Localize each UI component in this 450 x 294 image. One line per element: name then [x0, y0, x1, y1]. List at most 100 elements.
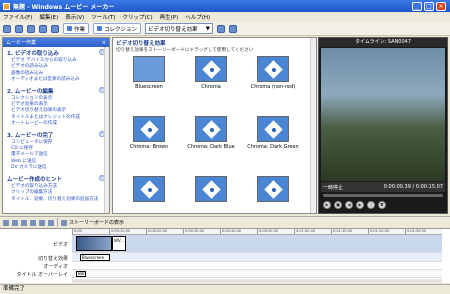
video-clip[interactable] [76, 236, 112, 251]
effect-thumbnail [133, 56, 165, 82]
open-project-icon[interactable] [15, 24, 23, 33]
menu-file[interactable]: ファイル(F) [3, 13, 32, 21]
ruler-tick: 0:01:00.00 [294, 229, 331, 234]
undo-icon[interactable] [39, 24, 47, 33]
close-button[interactable]: × [436, 1, 446, 11]
menu-edit[interactable]: 編集(E) [39, 13, 58, 21]
collections-label: コレクション [104, 26, 138, 33]
menu-bar: ファイル(F) 編集(E) 表示(V) ツール(T) クリップ(C) 再生(P)… [0, 12, 450, 22]
taskpane-title: ムービー作業 [6, 40, 37, 46]
effect-tile[interactable]: Bluescreen [119, 56, 179, 90]
window-title: 無題 - Windows ムービー メーカー [13, 3, 115, 11]
effect-thumbnail [195, 176, 227, 202]
task-link[interactable]: DV カメラに送信 [7, 165, 105, 171]
effect-label: Chroma (non-red) [250, 84, 296, 90]
play-icon[interactable]: ▶ [323, 201, 331, 209]
ruler-tick: 0:01:30.00 [405, 229, 442, 234]
effect-label: Bluescreen [135, 84, 163, 90]
collections-icon [97, 26, 103, 31]
storyboard-toggle-label: ストーリーボードの表示 [69, 220, 125, 226]
ruler-tick: 0:01:10.00 [331, 229, 368, 234]
task-link[interactable]: オートムービーの作成 [7, 121, 105, 127]
tasks-button[interactable]: 作業 [63, 23, 90, 34]
effects-subheading: 切り替え効果をストーリーボードにドラッグして使用してください [116, 48, 254, 53]
effect-label: Chroma: Brown [129, 144, 169, 150]
effect-tile[interactable]: Chroma: Dark Blue [181, 116, 241, 150]
effect-tile[interactable] [243, 176, 303, 204]
status-text: 準備完了 [3, 286, 26, 292]
menu-help[interactable]: ヘルプ(H) [185, 13, 210, 21]
track-label-audio: オーディオ [43, 264, 68, 270]
menu-clip[interactable]: クリップ(C) [122, 13, 152, 21]
new-project-icon[interactable] [3, 24, 11, 33]
set-audio-levels-icon[interactable] [3, 219, 9, 226]
taskpane-scrollbar[interactable] [104, 47, 109, 213]
effect-tile[interactable]: Chroma [181, 56, 241, 90]
section-title[interactable]: 1. ビデオの取り込み [7, 49, 59, 57]
minimize-button[interactable]: _ [412, 1, 422, 11]
collection-dropdown[interactable]: ビデオ切り替え効果 ▼ [145, 23, 214, 34]
effect-thumbnail [257, 56, 289, 82]
effect-tile[interactable]: Chroma: Brown [119, 116, 179, 150]
section-finish: 3. ムービーの完了 ˄ コンピュータに保存 CD に保存 電子メールで送信 We… [3, 129, 109, 173]
transition-track[interactable]: Bluescreen [72, 253, 442, 262]
ruler-tick: 0:00:50.00 [257, 229, 294, 234]
menu-view[interactable]: 表示(V) [65, 13, 84, 21]
timeline-scrollbar[interactable] [72, 279, 442, 283]
playback-controls: ▶ ■ ◀ ▶ | ◘ [323, 200, 445, 210]
effects-scrollbar[interactable] [310, 38, 316, 213]
storyboard-icon [61, 219, 67, 226]
previous-frame-icon[interactable]: ◀ [345, 201, 353, 209]
task-link[interactable]: オーディオまたは音楽の読み込み [7, 77, 105, 83]
effects-collection-pane: ビデオ切り替え効果 切り替え効果をストーリーボードにドラッグして使用してください… [112, 37, 317, 214]
effect-thumbnail [195, 56, 227, 82]
effect-tile[interactable] [181, 176, 241, 204]
effect-thumbnail [257, 116, 289, 142]
effect-tile[interactable]: Chroma: Dark Green [243, 116, 303, 150]
up-level-icon[interactable] [217, 24, 226, 33]
redo-icon[interactable] [51, 24, 59, 33]
snapshot-icon[interactable]: ◘ [378, 201, 386, 209]
track-label-overlay: タイトル オーバーレイ [16, 272, 68, 278]
section-title[interactable]: ムービー作成のヒント [7, 175, 62, 183]
collections-button[interactable]: コレクション [93, 23, 142, 34]
section-edit: 2. ムービーの編集 ˄ コレクションの表示 ビデオ効果の表示 ビデオ切り替え効果… [3, 85, 109, 129]
next-frame-icon[interactable]: ▶ [356, 201, 364, 209]
menu-play[interactable]: 再生(P) [160, 13, 179, 21]
split-clip-icon[interactable]: | [367, 201, 375, 209]
close-icon[interactable]: × [102, 40, 106, 46]
effects-heading: ビデオ切り替え効果 [116, 41, 166, 47]
video-clip[interactable]: WV... [112, 236, 126, 251]
effect-label: Chroma [201, 84, 221, 90]
audio-track[interactable] [72, 262, 442, 270]
title-bar: 無題 - Windows ムービー メーカー _ □ × [0, 0, 450, 12]
app-icon [3, 2, 10, 10]
task-link[interactable]: タイトル、効果、切り替え効果の追加方法 [7, 197, 105, 203]
zoom-in-icon[interactable] [12, 219, 18, 226]
effect-tile[interactable] [119, 176, 179, 204]
view-options-icon[interactable] [229, 24, 238, 33]
menu-tools[interactable]: ツール(T) [91, 13, 115, 21]
title-overlay-track[interactable]: Ber [72, 270, 442, 278]
ruler-tick: 0:00:30.00 [183, 229, 220, 234]
video-track[interactable]: WV... [72, 235, 442, 253]
toolbar-divider [57, 218, 58, 227]
effect-tile[interactable]: Chroma (non-red) [243, 56, 303, 90]
narrate-icon[interactable] [48, 219, 54, 226]
timeline: 0:00 0:00:10.00 0:00:20.00 0:00:30.00 0:… [0, 228, 450, 283]
save-project-icon[interactable] [27, 24, 35, 33]
show-storyboard-button[interactable]: ストーリーボードの表示 [61, 219, 124, 226]
section-title[interactable]: 2. ムービーの編集 [7, 87, 53, 95]
transition-clip[interactable]: Bluescreen [80, 254, 110, 261]
stop-icon[interactable]: ■ [334, 201, 342, 209]
ruler-tick: 0:00 [72, 229, 109, 234]
rewind-icon[interactable] [30, 219, 36, 226]
maximize-button[interactable]: □ [424, 1, 434, 11]
play-timeline-icon[interactable] [39, 219, 45, 226]
overlay-clip[interactable]: Ber [76, 271, 86, 277]
tasks-label: 作業 [74, 26, 86, 33]
zoom-out-icon[interactable] [21, 219, 27, 226]
ruler-tick: 0:00:40.00 [220, 229, 257, 234]
seek-bar[interactable] [323, 194, 443, 197]
section-title[interactable]: 3. ムービーの完了 [7, 131, 53, 139]
